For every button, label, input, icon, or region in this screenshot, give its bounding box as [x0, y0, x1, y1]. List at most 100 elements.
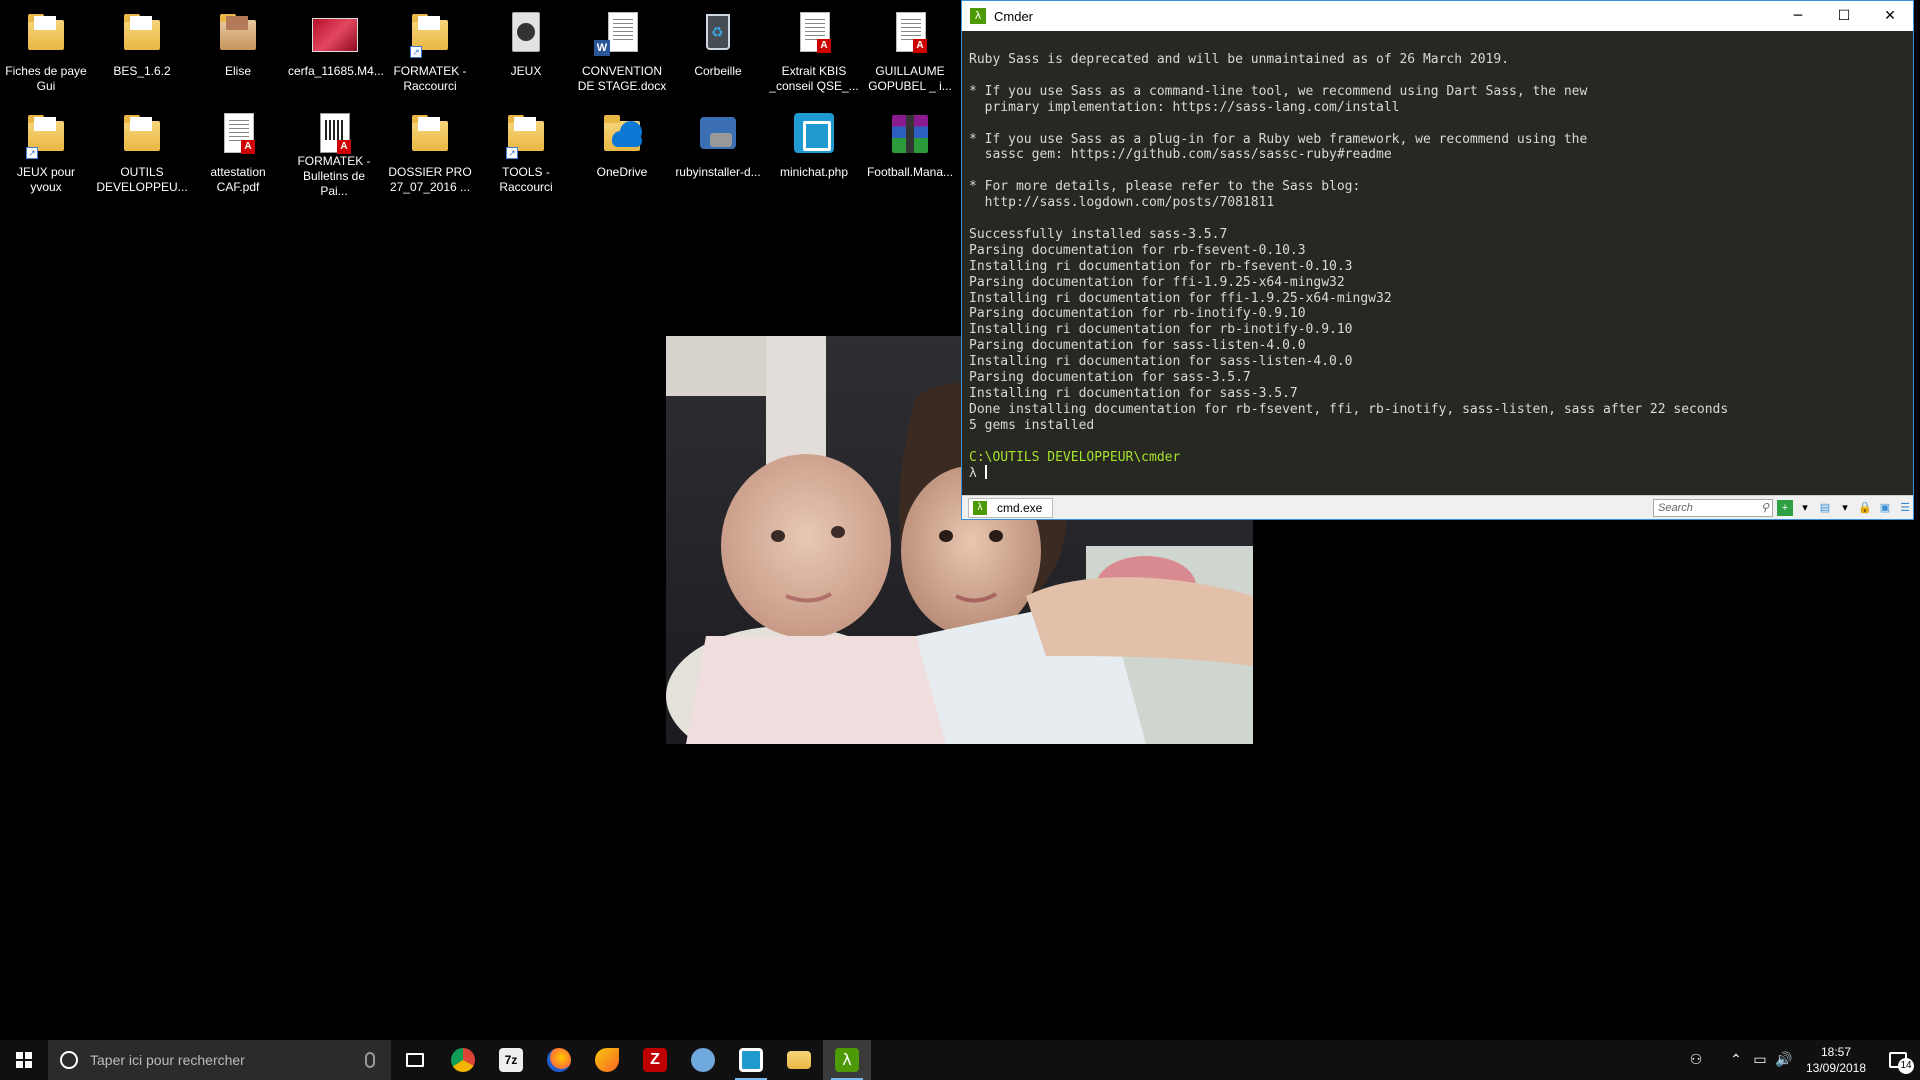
taskbar-firefox[interactable] [535, 1040, 583, 1080]
desktop-icon[interactable]: Football.Mana... [864, 103, 956, 199]
recycle-bin-icon [694, 10, 742, 60]
terminal-line: primary implementation: https://sass-lan… [969, 99, 1400, 115]
desktop-icon[interactable]: ↗ FORMATEK - Raccourci [384, 2, 476, 98]
terminal-line: Installing ri documentation for sass-3.5… [969, 385, 1298, 401]
start-button[interactable] [0, 1040, 48, 1080]
people-icon[interactable]: ⚇ [1684, 1052, 1708, 1068]
terminal-line: sassc gem: https://github.com/sass/sassc… [969, 147, 1392, 163]
dropdown-icon[interactable]: ▾ [1837, 500, 1853, 516]
taskbar-filezilla[interactable]: Z [631, 1040, 679, 1080]
menu-icon[interactable]: ☰ [1897, 500, 1913, 516]
taskbar-7zip[interactable]: 7z [487, 1040, 535, 1080]
desktop-icon-label: OUTILS DEVELOPPEU... [96, 165, 188, 194]
cmder-titlebar[interactable]: λ Cmder ─ ☐ ✕ [962, 1, 1913, 31]
action-center-button[interactable]: 14 [1876, 1040, 1920, 1080]
desktop-icon[interactable]: OUTILS DEVELOPPEU... [96, 103, 188, 199]
desktop-icon-label: GUILLAUME GOPUBEL _ i... [868, 64, 952, 93]
folder-icon [406, 111, 454, 161]
terminal-output[interactable]: Ruby Sass is deprecated and will be unma… [969, 52, 1907, 486]
desktop-icon-label: JEUX pour yvoux [16, 165, 76, 194]
dropdown-icon[interactable]: ▾ [1797, 500, 1813, 516]
folder-icon [118, 10, 166, 60]
lock-icon[interactable]: 🔒 [1857, 500, 1873, 516]
text-cursor [984, 465, 987, 480]
taskbar-rubyinstaller[interactable] [679, 1040, 727, 1080]
desktop-icon[interactable]: ↗ JEUX pour yvoux [0, 103, 92, 199]
layout-icon[interactable]: ▣ [1877, 500, 1893, 516]
desktop-icon[interactable]: Corbeille [672, 2, 764, 98]
terminal-line: http://sass.logdown.com/posts/7081811 [969, 195, 1275, 211]
taskbar-sketchbook[interactable] [583, 1040, 631, 1080]
desktop: Fiches de paye Gui BES_1.6.2 Elise cerfa_11… [0, 0, 1920, 1040]
desktop-icon[interactable]: minichat.php [768, 103, 860, 199]
desktop-icon[interactable]: OneDrive [576, 103, 668, 199]
desktop-icon-label: Corbeille [694, 64, 742, 78]
desktop-icon[interactable]: Elise [192, 2, 284, 98]
firefox-icon [547, 1048, 571, 1072]
notification-badge: 14 [1898, 1058, 1914, 1074]
cmder-icon: λ [835, 1048, 859, 1072]
clock-date: 13/09/2018 [1805, 1061, 1867, 1075]
task-view-icon [406, 1053, 424, 1067]
maximize-button[interactable]: ☐ [1821, 1, 1867, 31]
split-view-icon[interactable]: ▤ [1817, 500, 1833, 516]
desktop-icon-label: rubyinstaller-d... [675, 165, 761, 179]
desktop-icon-label: cerfa_11685.M4... [288, 64, 384, 78]
close-button[interactable]: ✕ [1867, 1, 1913, 31]
taskbar-cmder[interactable]: λ [823, 1040, 871, 1080]
taskbar-search-box[interactable]: Taper ici pour rechercher [48, 1040, 391, 1080]
pdf-file-icon: A [310, 111, 358, 154]
desktop-icon-label: CONVENTION DE STAGE.docx [577, 64, 667, 93]
brackets-icon [790, 111, 838, 161]
taskbar-brackets[interactable] [727, 1040, 775, 1080]
prompt-line[interactable]: λ [969, 465, 1907, 482]
installer-icon [691, 1048, 715, 1072]
cortana-icon [60, 1051, 78, 1069]
desktop-icon-label: Extrait KBIS _conseil QSE_... [769, 64, 859, 93]
desktop-icon[interactable]: A GUILLAUME GOPUBEL _ i... [864, 2, 956, 98]
clock[interactable]: 18:57 13/09/2018 [1796, 1044, 1876, 1076]
taskbar-chrome[interactable] [439, 1040, 487, 1080]
cmder-window[interactable]: λ Cmder ─ ☐ ✕ Ruby Sass is deprecated an… [961, 0, 1914, 520]
desktop-icon[interactable]: Aattestation CAF.pdf [192, 103, 284, 199]
network-icon[interactable]: ▭ [1748, 1052, 1772, 1068]
console-tab[interactable]: λ cmd.exe [968, 497, 1054, 518]
show-hidden-icons-chevron-up-icon[interactable]: ⌃ [1724, 1052, 1748, 1068]
desktop-icon[interactable]: A Extrait KBIS _conseil QSE_... [768, 2, 860, 98]
folder-icon [22, 10, 70, 60]
new-console-icon[interactable]: + [1777, 499, 1793, 516]
desktop-icon[interactable]: A FORMATEK - Bulletins de Pai... [288, 103, 380, 199]
windows-logo-icon [16, 1052, 32, 1068]
desktop-icon[interactable]: BES_1.6.2 [96, 2, 188, 98]
installer-icon [694, 111, 742, 161]
desktop-icon[interactable]: cerfa_11685.M4... [288, 2, 384, 98]
desktop-icon[interactable]: ↗ TOOLS - Raccourci [480, 103, 572, 199]
terminal-line: Done installing documentation for rb-fse… [969, 401, 1729, 417]
tab-label: cmd.exe [997, 500, 1043, 515]
desktop-icon-label: FORMATEK - Bulletins de Pai... [297, 154, 371, 198]
winrar-archive-icon [886, 111, 934, 161]
taskbar-file-explorer[interactable] [775, 1040, 823, 1080]
terminal-line: 5 gems installed [969, 417, 1095, 433]
prompt-symbol: λ [969, 466, 977, 482]
desktop-icon[interactable]: JEUX [480, 2, 572, 98]
sketchbook-icon [595, 1048, 619, 1072]
volume-icon[interactable]: 🔊 [1772, 1052, 1796, 1068]
search-input[interactable]: Search ⚲ [1653, 498, 1773, 517]
microphone-icon[interactable] [365, 1052, 375, 1068]
desktop-icon[interactable]: rubyinstaller-d... [672, 103, 764, 199]
task-view-button[interactable] [391, 1040, 439, 1080]
desktop-icon[interactable]: DOSSIER PRO 27_07_2016 ... [384, 103, 476, 199]
system-tray: ⚇ ⌃ ▭ 🔊 18:57 13/09/2018 14 [1684, 1040, 1920, 1080]
desktop-icon[interactable]: Fiches de paye Gui [0, 2, 92, 98]
desktop-icon-label: attestation CAF.pdf [210, 165, 266, 194]
folder-icon [118, 111, 166, 161]
terminal-line: Parsing documentation for ffi-1.9.25-x64… [969, 274, 1345, 290]
chrome-icon [451, 1048, 475, 1072]
image-file-icon [310, 10, 358, 60]
desktop-icon[interactable]: W CONVENTION DE STAGE.docx [576, 2, 668, 98]
minimize-button[interactable]: ─ [1775, 1, 1821, 31]
